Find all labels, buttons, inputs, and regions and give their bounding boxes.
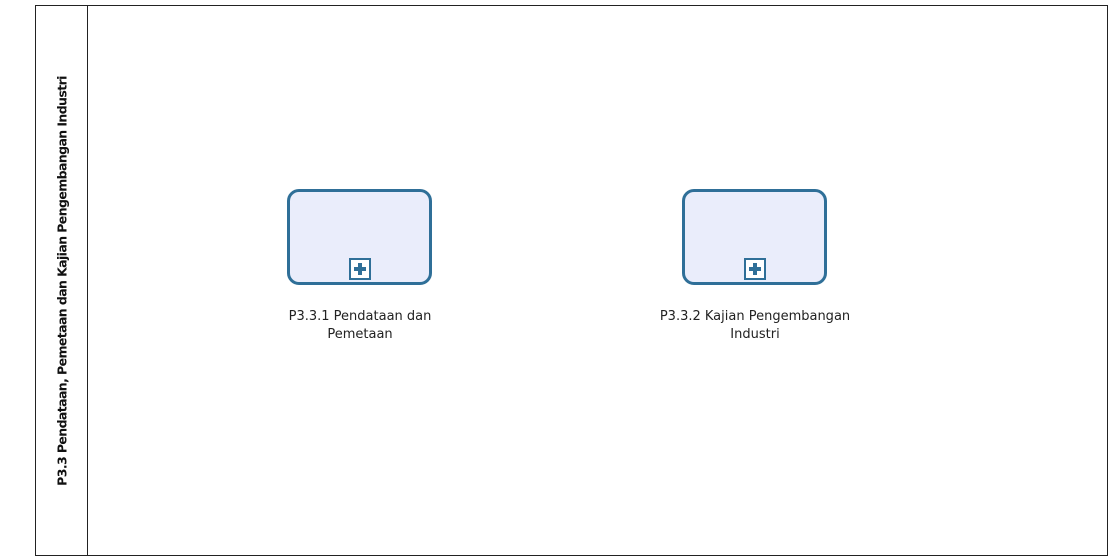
lane-title: P3.3 Pendataan, Pemetaan dan Kajian Peng… bbox=[54, 75, 69, 486]
lane-header[interactable]: P3.3 Pendataan, Pemetaan dan Kajian Peng… bbox=[36, 6, 88, 555]
subprocess-kajian-pengembangan-industri[interactable] bbox=[682, 189, 827, 285]
subprocess-pendataan-pemetaan[interactable] bbox=[287, 189, 432, 285]
subprocess-label-line2: Industri bbox=[730, 327, 780, 342]
plus-icon bbox=[353, 263, 366, 275]
subprocess-label-line1: P3.3.1 Pendataan dan bbox=[288, 309, 432, 324]
subprocess-label-line1: P3.3.2 Kajian Pengembangan bbox=[659, 309, 851, 324]
subprocess-label-line2: Pemetaan bbox=[327, 327, 393, 342]
subprocess-label: P3.3.1 Pendataan dan Pemetaan bbox=[230, 308, 490, 344]
plus-icon bbox=[748, 263, 761, 275]
collapsed-subprocess-plus-icon[interactable] bbox=[743, 258, 766, 280]
collapsed-subprocess-plus-icon[interactable] bbox=[348, 258, 371, 280]
subprocess-label: P3.3.2 Kajian Pengembangan Industri bbox=[625, 308, 885, 344]
pool: P3.3 Pendataan, Pemetaan dan Kajian Peng… bbox=[35, 5, 1108, 556]
